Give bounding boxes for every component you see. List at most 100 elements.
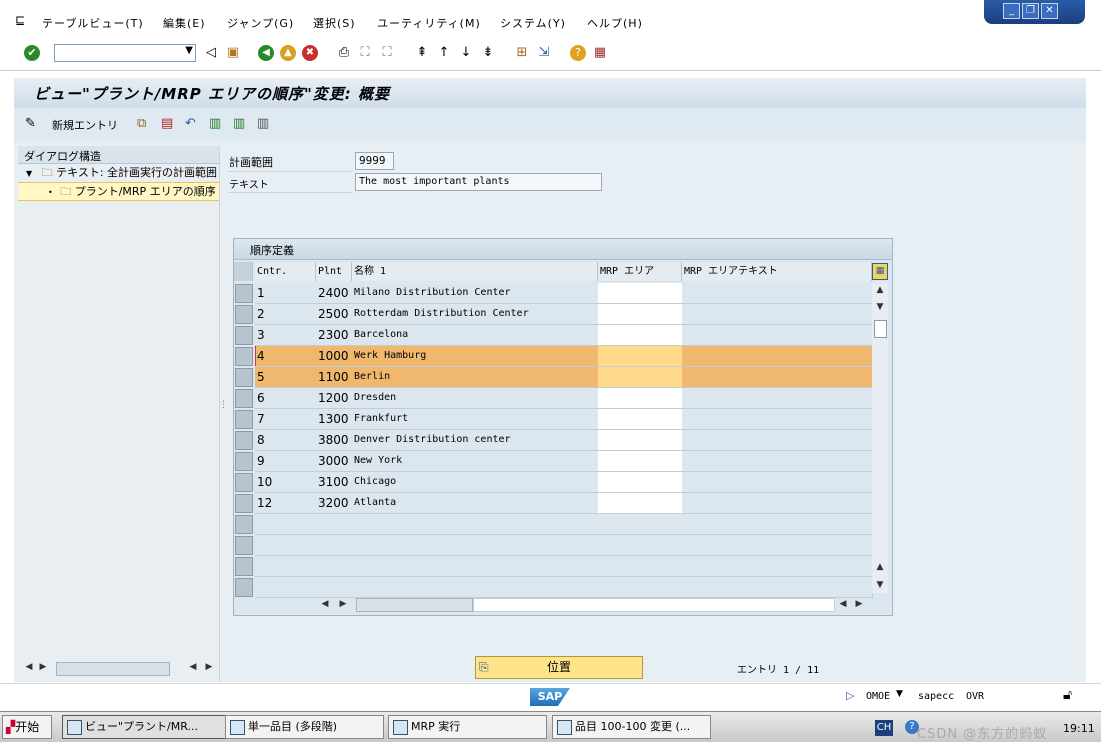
menu-table-view[interactable]: テーブルビュー(T) xyxy=(42,15,144,31)
row-selector[interactable] xyxy=(235,410,253,429)
row-selector[interactable] xyxy=(235,305,253,324)
menu-utilities[interactable]: ユーティリティ(M) xyxy=(377,15,481,31)
exit-icon[interactable]: ▲ xyxy=(280,45,296,61)
scroll-right-icon[interactable]: ▶ xyxy=(852,597,866,611)
chevron-down-icon[interactable]: ▼ xyxy=(185,45,193,56)
first-page-icon[interactable]: ⇞ xyxy=(414,45,430,61)
table-cell-mrp[interactable] xyxy=(598,430,683,451)
close-button[interactable]: ✕ xyxy=(1041,3,1058,19)
menu-selection[interactable]: 選択(S) xyxy=(313,15,356,31)
shortcut-icon[interactable]: ⇲ xyxy=(536,45,552,61)
row-selector[interactable] xyxy=(235,557,253,576)
scroll-down-icon[interactable]: ▼ xyxy=(873,578,887,592)
print-icon[interactable]: ⎙ xyxy=(336,45,352,61)
select-all-icon[interactable]: ▥ xyxy=(209,116,221,131)
table-settings-icon[interactable]: ▦ xyxy=(872,263,888,280)
find-next-icon[interactable]: ⛶ xyxy=(379,45,395,61)
undo-icon[interactable]: ↶ xyxy=(185,116,196,131)
table-vertical-scrollbar[interactable]: ▲ ▼ ▲ ▼ xyxy=(872,282,888,593)
menu-edit[interactable]: 編集(E) xyxy=(163,15,206,31)
table-cell-mrp[interactable] xyxy=(598,388,683,409)
scroll-right-icon[interactable]: ▶ xyxy=(202,660,216,674)
table-cell-mrp[interactable] xyxy=(598,283,683,304)
taskbar-item[interactable]: 品目 100-100 変更 (... xyxy=(552,715,711,739)
scroll-left-icon[interactable]: ◀ xyxy=(186,660,200,674)
row-selector[interactable] xyxy=(235,347,253,366)
table-cell-mrp[interactable] xyxy=(598,409,683,430)
next-page-icon[interactable]: ↓ xyxy=(458,45,474,61)
command-field[interactable]: ▼ xyxy=(54,44,196,62)
select-block-icon[interactable]: ▥ xyxy=(233,116,245,131)
table-cell-mrp[interactable] xyxy=(598,472,683,493)
column-header-mrp-area-text[interactable]: MRP エリアテキスト xyxy=(682,262,872,281)
scroll-thumb[interactable] xyxy=(356,598,473,612)
row-selector[interactable] xyxy=(235,515,253,534)
minimize-button[interactable]: _ xyxy=(1003,3,1020,19)
back-arrow-icon[interactable]: ◁ xyxy=(203,45,219,61)
new-entries-button[interactable]: 新規エントリ xyxy=(52,117,118,133)
scroll-track[interactable] xyxy=(473,598,835,612)
splitter-handle[interactable]: ⋮ xyxy=(219,400,228,410)
row-selector[interactable] xyxy=(235,284,253,303)
tree-horizontal-scrollbar[interactable]: ◀ ▶ ◀ ▶ xyxy=(18,660,219,676)
column-header-plnt[interactable]: Plnt xyxy=(316,262,352,281)
table-cell-mrp[interactable] xyxy=(598,346,683,367)
menu-system[interactable]: システム(Y) xyxy=(500,15,566,31)
language-indicator[interactable]: CH xyxy=(875,720,893,736)
column-header-name[interactable]: 名称 1 xyxy=(352,262,598,281)
new-entries-icon[interactable]: ✎ xyxy=(25,116,36,131)
scroll-right-icon[interactable]: ▶ xyxy=(336,597,350,611)
status-toggle-icon[interactable]: ▷ xyxy=(846,689,854,702)
column-header-mrp-area[interactable]: MRP エリア xyxy=(598,262,682,281)
menu-goto[interactable]: ジャンプ(G) xyxy=(227,15,294,31)
taskbar-item[interactable]: MRP 実行 xyxy=(388,715,547,739)
table-cell-mrp[interactable] xyxy=(598,325,683,346)
row-selector[interactable] xyxy=(235,431,253,450)
scroll-left-icon[interactable]: ◀ xyxy=(318,597,332,611)
taskbar-item[interactable]: ビュー"プラント/MR... xyxy=(62,715,244,739)
delete-icon[interactable]: ▤ xyxy=(161,116,173,131)
save-icon[interactable]: ▣ xyxy=(225,45,241,61)
chevron-down-icon[interactable]: ▼ xyxy=(26,169,32,178)
layout-menu-icon[interactable]: ▦ xyxy=(592,45,608,61)
select-all-column[interactable] xyxy=(234,262,253,281)
table-horizontal-scrollbar[interactable]: ◀ ▶ ◀ ▶ xyxy=(316,596,868,612)
row-selector[interactable] xyxy=(235,578,253,597)
scroll-up-icon[interactable]: ▲ xyxy=(873,283,887,297)
position-button[interactable]: ⎘ 位置 xyxy=(475,656,643,679)
row-selector[interactable] xyxy=(235,326,253,345)
lock-icon[interactable]: 🔓︎ xyxy=(1063,687,1072,703)
scroll-up-icon[interactable]: ▲ xyxy=(873,560,887,574)
help-icon[interactable]: ? xyxy=(570,45,586,61)
table-cell-mrp[interactable] xyxy=(598,367,683,388)
enter-icon[interactable]: ✔ xyxy=(24,45,40,61)
restore-button[interactable]: ❐ xyxy=(1022,3,1039,19)
find-icon[interactable]: ⛶ xyxy=(357,45,373,61)
cancel-icon[interactable]: ✖ xyxy=(302,45,318,61)
row-selector[interactable] xyxy=(235,536,253,555)
previous-page-icon[interactable]: ↑ xyxy=(436,45,452,61)
copy-icon[interactable]: ⧉ xyxy=(137,116,146,131)
taskbar-item[interactable]: 単一品目 (多段階) xyxy=(225,715,384,739)
start-button[interactable]: ▞开始 xyxy=(2,715,52,739)
row-selector[interactable] xyxy=(235,368,253,387)
scroll-down-icon[interactable]: ▼ xyxy=(873,300,887,314)
row-selector[interactable] xyxy=(235,389,253,408)
column-header-cntr[interactable]: Cntr. xyxy=(255,262,316,281)
table-cell-mrp[interactable] xyxy=(598,493,683,514)
scroll-left-icon[interactable]: ◀ xyxy=(836,597,850,611)
scroll-left-icon[interactable]: ◀ xyxy=(22,660,36,674)
scroll-right-icon[interactable]: ▶ xyxy=(36,660,50,674)
row-selector[interactable] xyxy=(235,452,253,471)
new-session-icon[interactable]: ⊞ xyxy=(514,45,530,61)
last-page-icon[interactable]: ⇟ xyxy=(480,45,496,61)
tree-item-text[interactable]: ▼ 🗀 テキスト: 全計画実行の計画範囲 xyxy=(18,164,219,181)
chevron-down-icon[interactable]: ▼ xyxy=(896,689,903,699)
table-cell-mrp[interactable] xyxy=(598,304,683,325)
row-selector[interactable] xyxy=(235,473,253,492)
scroll-thumb[interactable] xyxy=(56,662,170,676)
back-icon[interactable]: ◀ xyxy=(258,45,274,61)
tree-item-plant-mrp-order[interactable]: • 🗀 プラント/MRP エリアの順序 xyxy=(18,182,219,201)
deselect-all-icon[interactable]: ▥ xyxy=(257,116,269,131)
table-cell-mrp[interactable] xyxy=(598,451,683,472)
